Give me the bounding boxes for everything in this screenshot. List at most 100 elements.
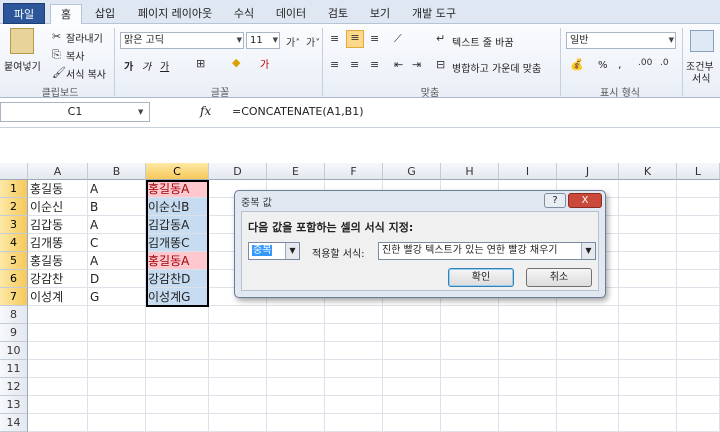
cell[interactable] (383, 360, 441, 378)
cell[interactable] (28, 396, 88, 414)
cell[interactable]: 홍길동 (28, 180, 88, 198)
cell[interactable] (557, 414, 619, 432)
cell[interactable] (146, 306, 209, 324)
cell[interactable] (441, 360, 499, 378)
tab-data[interactable]: 데이터 (268, 4, 314, 24)
tab-home[interactable]: 홈 (50, 4, 82, 25)
row-header[interactable]: 4 (0, 234, 28, 252)
cell[interactable] (325, 414, 383, 432)
cell[interactable] (677, 252, 720, 270)
cell[interactable]: 이순신B (146, 198, 209, 216)
cell[interactable]: D (88, 270, 146, 288)
column-header-h[interactable]: H (441, 163, 499, 180)
cell[interactable] (267, 414, 325, 432)
cell[interactable] (677, 180, 720, 198)
cell[interactable] (146, 396, 209, 414)
cell[interactable] (619, 342, 677, 360)
tab-view[interactable]: 보기 (362, 4, 398, 24)
column-header-j[interactable]: J (557, 163, 619, 180)
cell[interactable] (146, 342, 209, 360)
row-header[interactable]: 12 (0, 378, 28, 396)
paste-button[interactable]: 붙여넣기 (4, 58, 41, 73)
cell[interactable] (209, 396, 267, 414)
column-header-k[interactable]: K (619, 163, 677, 180)
tab-page-layout[interactable]: 페이지 레이아웃 (130, 4, 220, 24)
cell[interactable] (619, 288, 677, 306)
cell[interactable] (267, 378, 325, 396)
cell[interactable] (28, 360, 88, 378)
cell[interactable] (209, 378, 267, 396)
tab-formulas[interactable]: 수식 (226, 4, 262, 24)
cell[interactable] (28, 342, 88, 360)
cell[interactable] (619, 360, 677, 378)
cell[interactable] (88, 378, 146, 396)
format-painter-button[interactable]: 서식 복사 (66, 66, 106, 81)
cell[interactable] (146, 378, 209, 396)
decrease-decimal-icon[interactable]: .0 (660, 58, 669, 68)
formula-input[interactable]: =CONCATENATE(A1,B1) (232, 105, 364, 118)
close-button[interactable]: X (568, 193, 602, 208)
increase-indent-icon[interactable]: ⇥ (412, 58, 421, 71)
font-name-select[interactable]: 맑은 고딕 ▼ (120, 32, 244, 49)
row-header[interactable]: 10 (0, 342, 28, 360)
comma-icon[interactable]: , (618, 58, 622, 71)
align-top-icon[interactable]: ≡ (330, 32, 339, 45)
column-header-b[interactable]: B (88, 163, 146, 180)
cell[interactable] (619, 378, 677, 396)
cell[interactable] (499, 378, 557, 396)
cell[interactable] (557, 306, 619, 324)
orientation-icon[interactable]: ⟋ (394, 32, 402, 46)
column-header-e[interactable]: E (267, 163, 325, 180)
cell[interactable] (677, 234, 720, 252)
column-header-i[interactable]: I (499, 163, 557, 180)
underline-button[interactable]: 가 (160, 58, 169, 73)
cell[interactable] (677, 360, 720, 378)
cell[interactable] (557, 342, 619, 360)
cell[interactable]: 김개똥 (28, 234, 88, 252)
cell[interactable] (677, 378, 720, 396)
copy-button[interactable]: 복사 (66, 48, 84, 63)
cell[interactable] (619, 234, 677, 252)
cell[interactable]: B (88, 198, 146, 216)
cell[interactable] (441, 324, 499, 342)
cancel-button[interactable]: 취소 (526, 268, 592, 287)
cell[interactable] (619, 216, 677, 234)
cell[interactable] (441, 378, 499, 396)
cell[interactable] (209, 414, 267, 432)
row-header[interactable]: 11 (0, 360, 28, 378)
cell[interactable] (619, 180, 677, 198)
cell[interactable]: 홍길동A (146, 252, 209, 270)
cell[interactable] (677, 216, 720, 234)
cell[interactable] (441, 342, 499, 360)
cell[interactable] (325, 324, 383, 342)
cell[interactable] (557, 396, 619, 414)
cell[interactable] (499, 396, 557, 414)
cell[interactable] (146, 360, 209, 378)
cell[interactable] (619, 270, 677, 288)
cell[interactable] (677, 198, 720, 216)
cell[interactable]: G (88, 288, 146, 306)
cell[interactable] (677, 324, 720, 342)
cell[interactable] (88, 306, 146, 324)
cell[interactable] (619, 324, 677, 342)
align-center-icon[interactable]: ≡ (350, 58, 359, 71)
name-box[interactable]: C1 (0, 102, 150, 122)
cell[interactable] (88, 342, 146, 360)
cell[interactable] (383, 342, 441, 360)
cell[interactable] (146, 324, 209, 342)
cell[interactable] (209, 324, 267, 342)
cell[interactable] (383, 414, 441, 432)
cell[interactable]: 강감찬D (146, 270, 209, 288)
help-button[interactable]: ? (544, 193, 566, 208)
cell[interactable] (441, 306, 499, 324)
cell[interactable]: 이순신 (28, 198, 88, 216)
cell[interactable] (677, 306, 720, 324)
row-header[interactable]: 1 (0, 180, 28, 198)
cell[interactable] (325, 306, 383, 324)
cell[interactable]: 김개똥C (146, 234, 209, 252)
cell[interactable] (383, 396, 441, 414)
rule-type-select[interactable]: 중복 ▼ (248, 242, 300, 260)
cell[interactable] (383, 306, 441, 324)
number-format-select[interactable]: 일반 ▼ (566, 32, 676, 49)
tab-insert[interactable]: 삽입 (86, 4, 124, 24)
